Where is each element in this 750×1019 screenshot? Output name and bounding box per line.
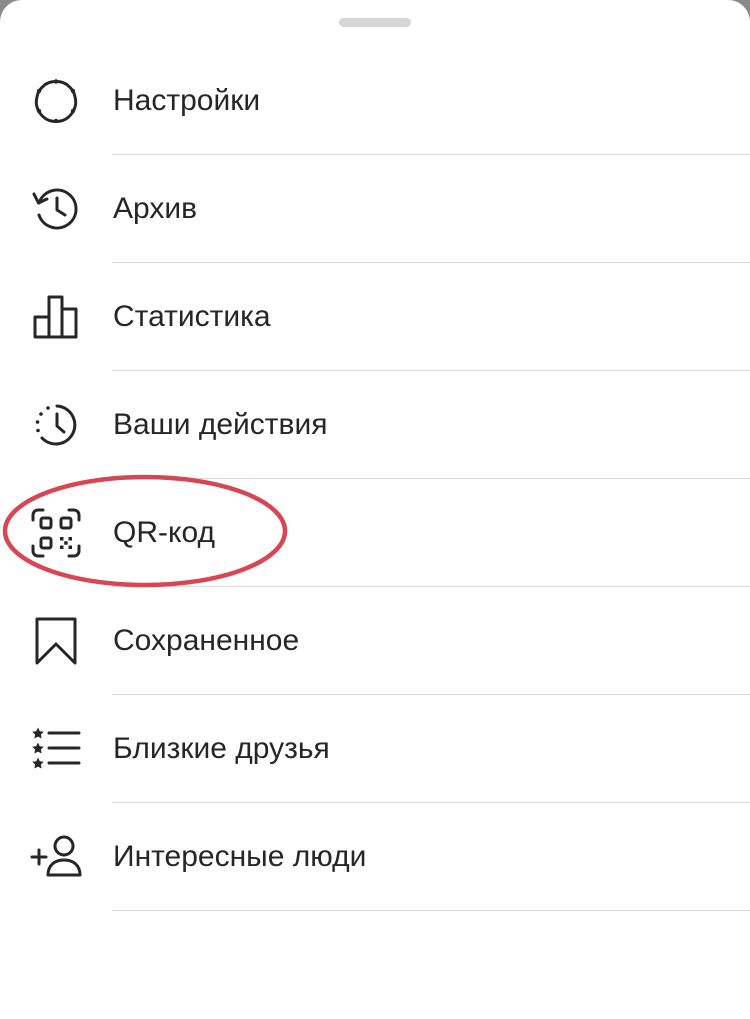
menu-item-label: QR-код — [113, 516, 215, 549]
menu-item-label: Статистика — [113, 300, 271, 333]
menu-item-discover-people[interactable]: Интересные люди — [0, 803, 750, 911]
history-icon — [28, 181, 84, 237]
menu-item-label: Настройки — [113, 84, 261, 117]
menu-item-settings[interactable]: Настройки — [0, 47, 750, 155]
bar-chart-icon — [28, 289, 84, 345]
menu-item-archive[interactable]: Архив — [0, 155, 750, 263]
menu-item-label: Архив — [113, 192, 198, 225]
activity-clock-icon — [28, 397, 84, 453]
starred-list-icon — [28, 721, 84, 777]
menu-item-saved[interactable]: Сохраненное — [0, 587, 750, 695]
bottom-sheet: Настройки Архив Статистика Ваши действия… — [0, 0, 750, 1019]
qr-code-icon — [28, 505, 84, 561]
bookmark-icon — [28, 613, 84, 669]
menu-item-label: Интересные люди — [113, 840, 367, 873]
sheet-grabber[interactable] — [339, 18, 411, 27]
menu-item-label: Сохраненное — [113, 624, 300, 657]
divider — [112, 910, 750, 911]
add-person-icon — [28, 829, 84, 885]
menu-item-qr-code[interactable]: QR-код — [0, 479, 750, 587]
menu-item-label: Ваши действия — [113, 408, 328, 441]
menu-item-label: Близкие друзья — [113, 732, 330, 765]
menu-item-your-activity[interactable]: Ваши действия — [0, 371, 750, 479]
gear-icon — [28, 73, 84, 129]
menu-item-insights[interactable]: Статистика — [0, 263, 750, 371]
menu-item-close-friends[interactable]: Близкие друзья — [0, 695, 750, 803]
profile-menu: Настройки Архив Статистика Ваши действия… — [0, 47, 750, 911]
